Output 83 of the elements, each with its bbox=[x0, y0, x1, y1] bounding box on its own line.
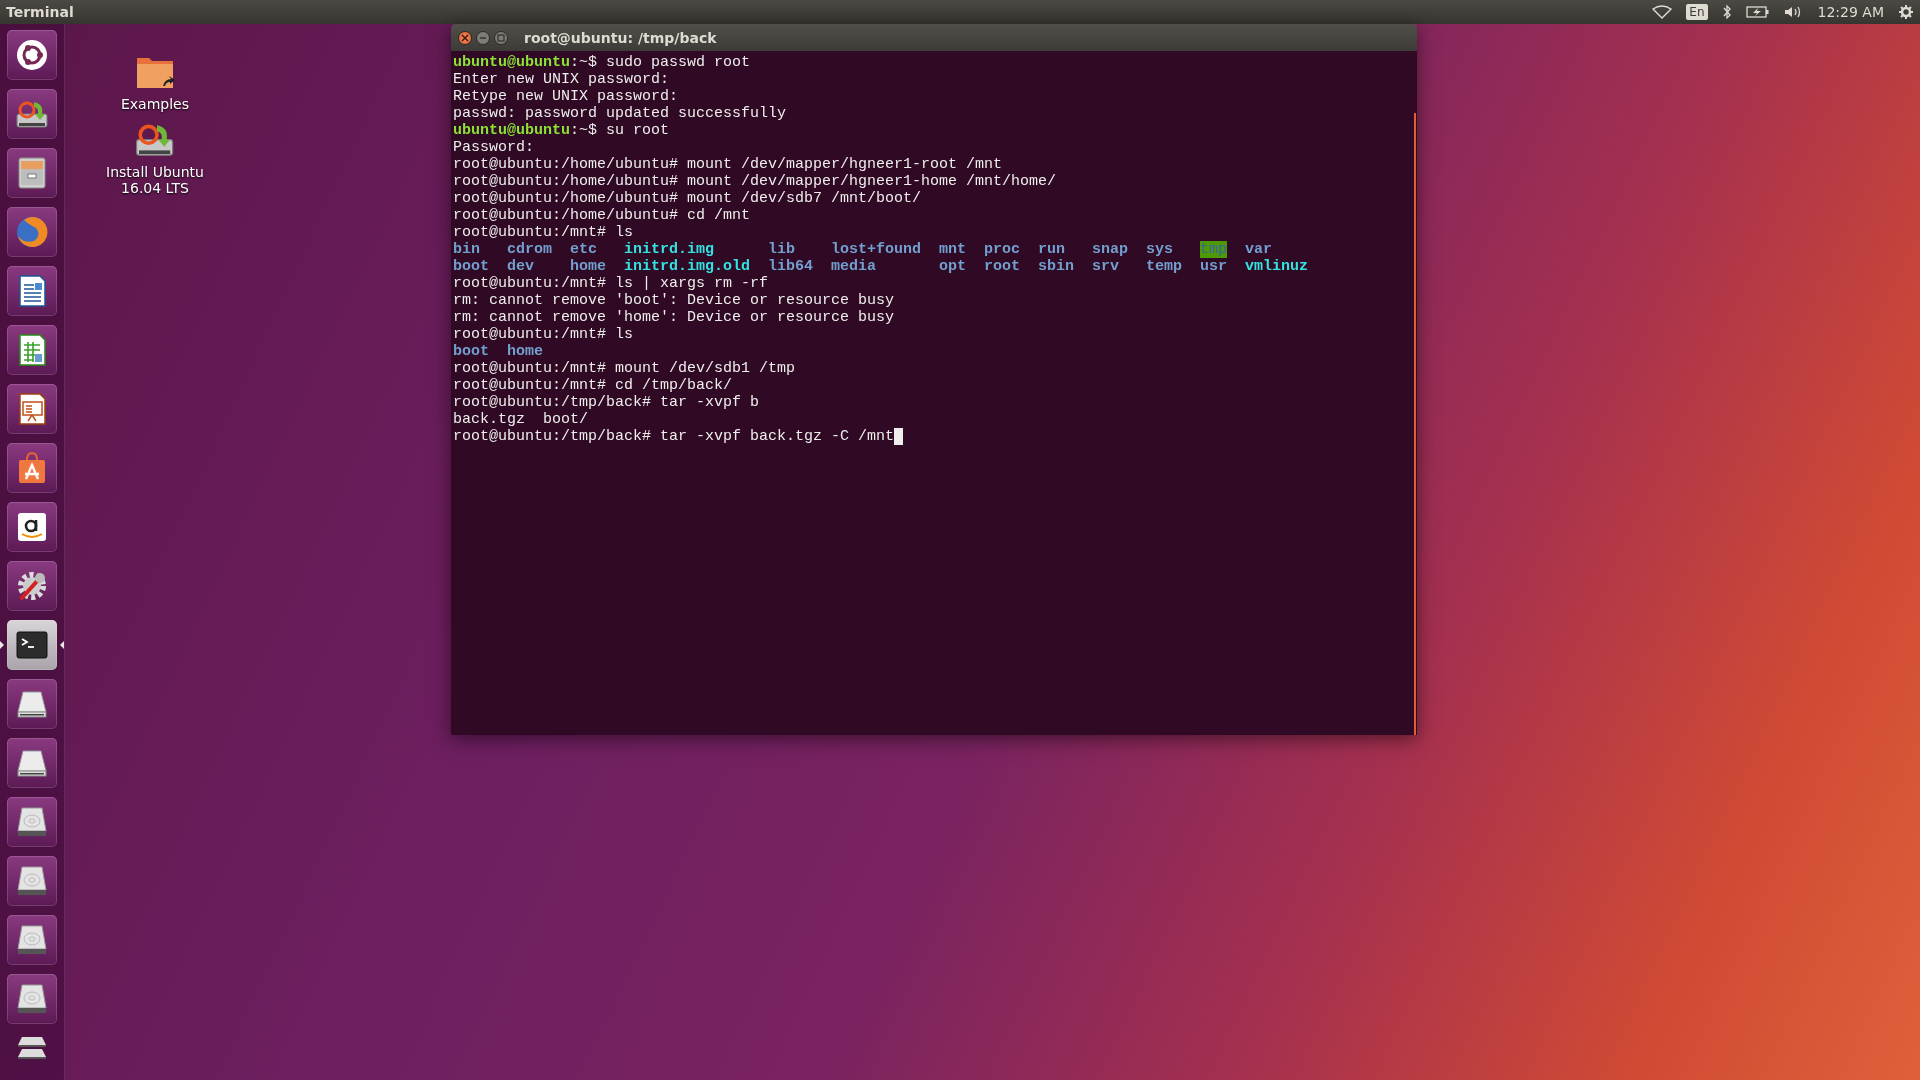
terminal-line: Password: bbox=[453, 139, 534, 156]
file-name: media bbox=[831, 258, 877, 275]
close-button[interactable] bbox=[458, 30, 472, 45]
ubuntu-logo-icon bbox=[14, 37, 50, 73]
launcher-item[interactable] bbox=[7, 89, 57, 139]
file-name: cdrom bbox=[507, 241, 552, 258]
launcher-item[interactable] bbox=[7, 974, 57, 1024]
file-name: etc bbox=[570, 241, 597, 258]
file-name: dev bbox=[507, 258, 534, 275]
launcher-item[interactable] bbox=[7, 148, 57, 198]
bluetooth-icon[interactable] bbox=[1721, 4, 1732, 20]
file-name: bin bbox=[453, 241, 480, 258]
file-name: boot bbox=[453, 258, 489, 275]
file-name: sys bbox=[1146, 241, 1174, 258]
launcher-item[interactable] bbox=[7, 443, 57, 493]
launcher-item[interactable] bbox=[7, 502, 57, 552]
launcher-item[interactable] bbox=[7, 915, 57, 965]
close-icon bbox=[461, 33, 469, 42]
file-name: var bbox=[1245, 241, 1273, 258]
file-name: srv bbox=[1092, 258, 1120, 275]
terminal-line: root@ubuntu:/tmp/back# tar -xvpf b bbox=[453, 394, 760, 411]
terminal-line: root@ubuntu:/home/ubuntu# cd /mnt bbox=[453, 207, 751, 224]
launcher-item[interactable] bbox=[7, 30, 57, 80]
app-name: Terminal bbox=[6, 4, 75, 20]
terminal-line: root@ubuntu:/home/ubuntu# mount /dev/mapper/hgneer1-home /mnt/home/ bbox=[453, 173, 1057, 190]
keyboard-layout-indicator[interactable]: En bbox=[1686, 4, 1708, 20]
maximize-icon bbox=[497, 33, 505, 42]
terminal-line: ubuntu@ubuntu:~$ sudo passwd root bbox=[453, 54, 751, 71]
launcher-item[interactable] bbox=[7, 679, 57, 729]
terminal-line: back.tgz boot/ bbox=[453, 411, 589, 428]
launcher-item[interactable] bbox=[7, 856, 57, 906]
terminal-line: passwd: password updated successfully bbox=[453, 105, 787, 122]
file-name: home bbox=[570, 258, 606, 275]
scrollbar[interactable] bbox=[1414, 113, 1416, 735]
terminal-line: root@ubuntu:/mnt# cd /tmp/back/ bbox=[453, 377, 733, 394]
focus-indicator-icon bbox=[60, 641, 64, 649]
launcher-item[interactable] bbox=[7, 325, 57, 375]
terminal-line: rm: cannot remove 'home': Device or resource busy bbox=[453, 309, 895, 326]
file-name: run bbox=[1038, 241, 1066, 258]
desktop-icon-label[interactable]: Install Ubuntu 16.04 LTS bbox=[105, 164, 205, 196]
terminal-line: root@ubuntu:/mnt# ls bbox=[453, 224, 634, 241]
launcher-item[interactable] bbox=[7, 797, 57, 847]
file-name: root bbox=[984, 258, 1021, 275]
battery-icon[interactable] bbox=[1745, 5, 1770, 19]
clock[interactable]: 12:29 AM bbox=[1817, 4, 1884, 20]
file-name: home bbox=[507, 343, 543, 360]
terminal-line: ubuntu@ubuntu:~$ su root bbox=[453, 122, 670, 139]
terminal-line: root@ubuntu:/mnt# mount /dev/sdb1 /tmp bbox=[453, 360, 796, 377]
launcher-item[interactable] bbox=[7, 266, 57, 316]
minimize-button[interactable] bbox=[476, 30, 490, 45]
launcher-item[interactable] bbox=[7, 738, 57, 788]
file-name: sbin bbox=[1038, 258, 1075, 275]
terminal-line: root@ubuntu:/mnt# ls | xargs rm -rf bbox=[453, 275, 769, 292]
wifi-icon[interactable] bbox=[1652, 5, 1673, 19]
launcher-item[interactable] bbox=[7, 561, 57, 611]
file-name: proc bbox=[984, 241, 1021, 258]
file-name: lib bbox=[768, 241, 796, 258]
terminal-line: root@ubuntu:/home/ubuntu# mount /dev/mapper/hgneer1-root /mnt bbox=[453, 156, 1003, 173]
window-title: root@ubuntu: /tmp/back bbox=[524, 29, 717, 46]
terminal-line: rm: cannot remove 'boot': Device or resource busy bbox=[453, 292, 895, 309]
launcher-item[interactable] bbox=[7, 384, 57, 434]
running-indicator-icon bbox=[0, 641, 4, 649]
file-name: opt bbox=[939, 258, 967, 275]
globe-icon bbox=[14, 214, 50, 250]
file-name: initrd.img bbox=[624, 241, 714, 258]
file-name: usr bbox=[1200, 258, 1228, 275]
settings-icon[interactable] bbox=[1898, 4, 1914, 20]
terminal-line: root@ubuntu:/tmp/back# tar -xvpf back.tgz -C /mnt bbox=[453, 428, 904, 445]
file-name: temp bbox=[1146, 258, 1183, 275]
file-name: snap bbox=[1092, 241, 1129, 258]
file-name: lib64 bbox=[768, 258, 814, 275]
terminal-line: root@ubuntu:/mnt# ls bbox=[453, 326, 634, 343]
terminal-line: Enter new UNIX password: bbox=[453, 71, 670, 88]
file-name: boot bbox=[453, 343, 489, 360]
terminal-line: Retype new UNIX password: bbox=[453, 88, 679, 105]
file-name: lost+found bbox=[831, 241, 922, 258]
file-name: initrd.img.old bbox=[624, 258, 751, 275]
desktop-icon-label[interactable]: Examples bbox=[121, 96, 189, 112]
maximize-button[interactable] bbox=[494, 30, 508, 45]
terminal-line: root@ubuntu:/home/ubuntu# mount /dev/sdb7 /mnt/boot/ bbox=[453, 190, 922, 207]
file-name: vmlinuz bbox=[1245, 258, 1309, 275]
file-name: mnt bbox=[939, 241, 967, 258]
file-name: tmp bbox=[1200, 241, 1228, 258]
